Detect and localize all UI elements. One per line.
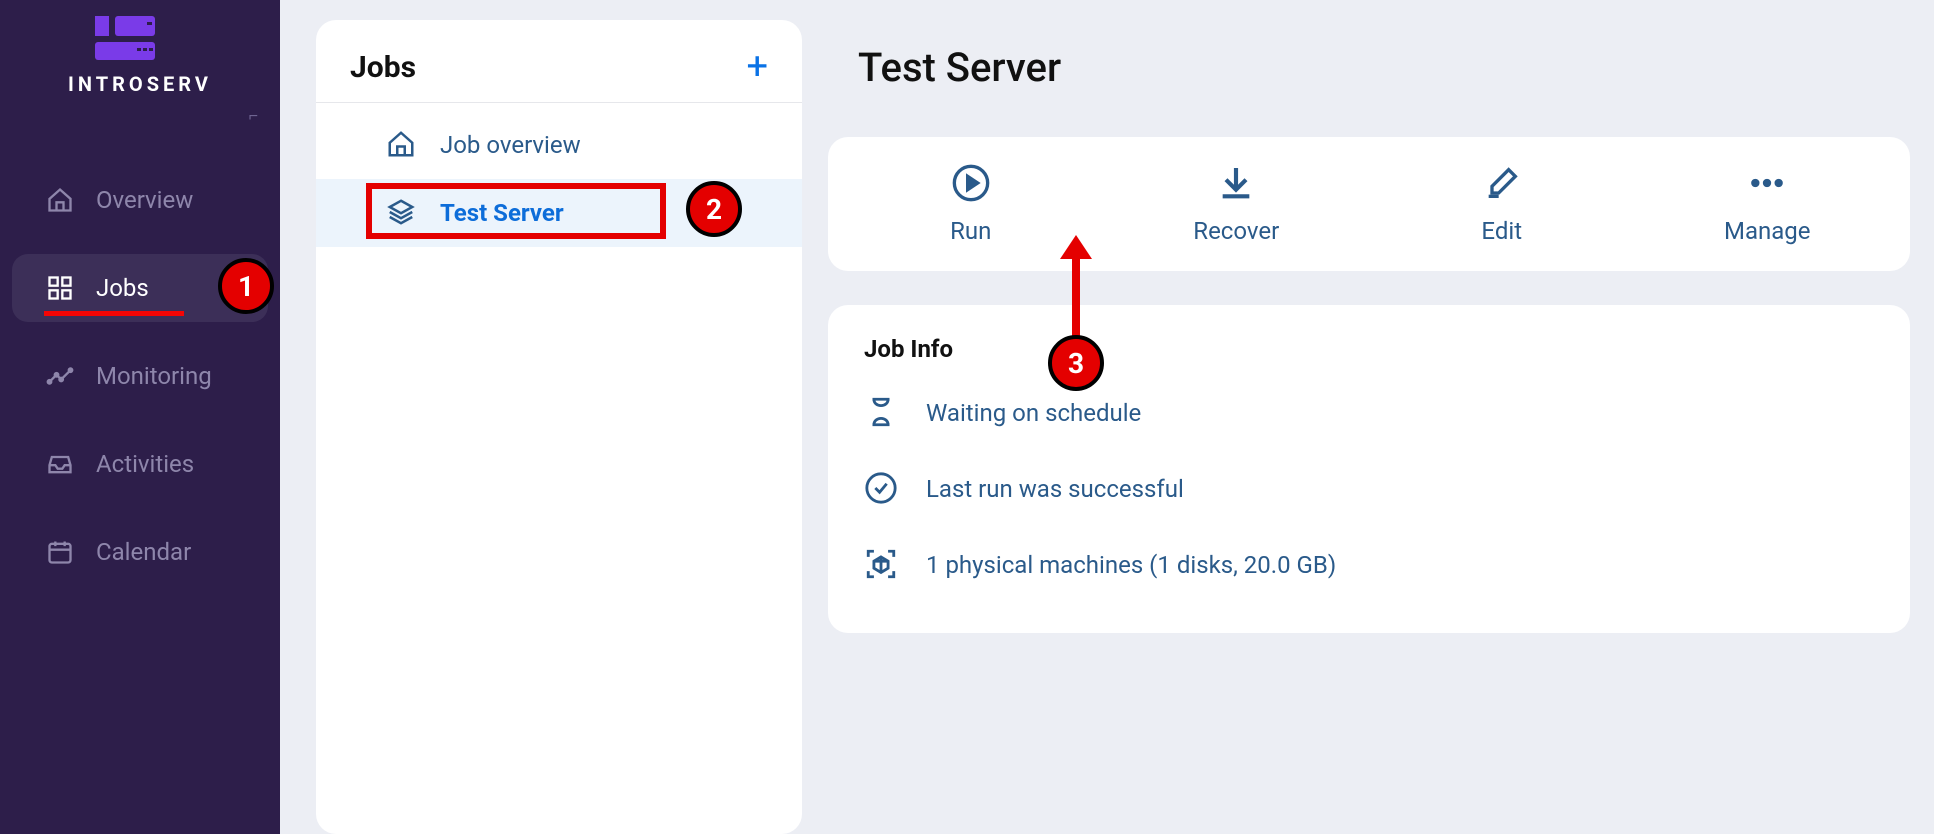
grid-icon <box>44 272 76 304</box>
hourglass-icon <box>864 395 900 431</box>
home-icon <box>44 184 76 216</box>
job-list-item-overview[interactable]: Job overview <box>316 111 802 179</box>
job-info-text: 1 physical machines (1 disks, 20.0 GB) <box>926 551 1336 579</box>
job-info-text: Waiting on schedule <box>926 399 1141 427</box>
sidebar-item-jobs[interactable]: Jobs 1 <box>12 254 268 322</box>
job-info-text: Last run was successful <box>926 475 1184 503</box>
calendar-icon <box>44 536 76 568</box>
add-job-button[interactable]: + <box>746 48 768 86</box>
job-info-row: Last run was successful <box>864 471 1874 507</box>
download-icon <box>1216 163 1256 203</box>
job-list-item-test-server[interactable]: Test Server 2 <box>316 179 802 247</box>
detail-column: Test Server Run Recover Edit <box>828 20 1910 834</box>
job-list-item-label: Job overview <box>440 131 581 159</box>
job-info-row: 1 physical machines (1 disks, 20.0 GB) <box>864 547 1874 583</box>
sidebar-item-label: Monitoring <box>96 362 212 390</box>
action-bar: Run Recover Edit Manage <box>828 137 1910 271</box>
sidebar-item-overview[interactable]: Overview <box>12 166 268 234</box>
job-list: Job overview Test Server 2 <box>316 103 802 247</box>
job-info-title: Job Info <box>864 335 1874 363</box>
annotation-badge-1: 1 <box>218 258 274 314</box>
sidebar-item-calendar[interactable]: Calendar <box>12 518 268 586</box>
main-area: Jobs + Job overview Test Server 2 Test S… <box>280 0 1934 834</box>
stack-icon <box>386 197 418 229</box>
edit-icon <box>1482 163 1522 203</box>
sidebar-collapse-toggle[interactable]: ⌐ <box>0 106 280 126</box>
action-label: Manage <box>1724 217 1811 245</box>
annotation-underline <box>44 311 184 316</box>
brand-logo: INTROSERV <box>0 14 280 96</box>
brand-glyph-icon <box>95 14 185 62</box>
sidebar-item-monitoring[interactable]: Monitoring <box>12 342 268 410</box>
jobs-panel: Jobs + Job overview Test Server 2 <box>316 20 802 834</box>
sidebar-item-activities[interactable]: Activities <box>12 430 268 498</box>
job-info-row: Waiting on schedule <box>864 395 1874 431</box>
sidebar-item-label: Activities <box>96 450 194 478</box>
sidebar-item-label: Overview <box>96 186 193 214</box>
inbox-icon <box>44 448 76 480</box>
chart-icon <box>44 360 76 392</box>
play-icon <box>951 163 991 203</box>
run-button[interactable]: Run <box>896 163 1046 245</box>
job-list-item-label: Test Server <box>440 199 564 227</box>
sidebar-item-label: Jobs <box>96 274 149 302</box>
jobs-title: Jobs <box>350 50 416 85</box>
edit-button[interactable]: Edit <box>1427 163 1577 245</box>
page-title: Test Server <box>858 44 1910 91</box>
job-info-card: Job Info Waiting on schedule Last run wa… <box>828 305 1910 633</box>
cube-scan-icon <box>864 547 900 583</box>
sidebar: INTROSERV ⌐ Overview Jobs 1 Monitoring A… <box>0 0 280 834</box>
brand-name: INTROSERV <box>68 72 212 96</box>
recover-button[interactable]: Recover <box>1161 163 1311 245</box>
action-label: Edit <box>1481 217 1522 245</box>
action-label: Recover <box>1193 217 1279 245</box>
sidebar-item-label: Calendar <box>96 538 191 566</box>
check-circle-icon <box>864 471 900 507</box>
jobs-header: Jobs + <box>316 20 802 102</box>
manage-button[interactable]: Manage <box>1692 163 1842 245</box>
action-label: Run <box>950 217 991 245</box>
more-icon <box>1747 163 1787 203</box>
home-icon <box>386 129 418 161</box>
annotation-badge-2: 2 <box>686 181 742 237</box>
